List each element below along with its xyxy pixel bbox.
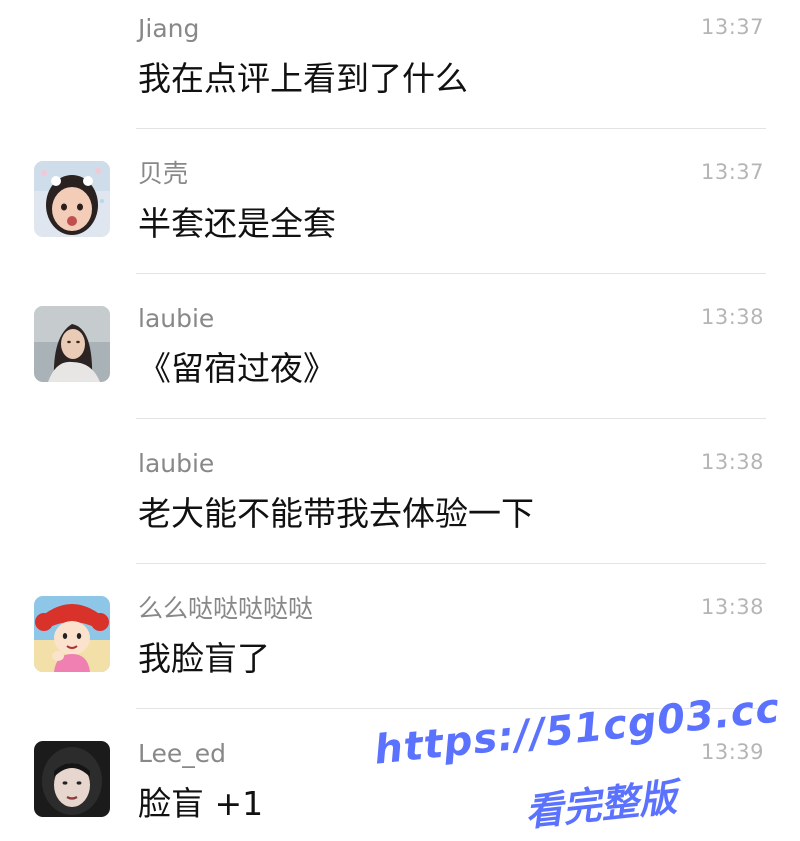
message-time: 13:37	[700, 160, 764, 184]
message-time: 13:38	[700, 595, 764, 619]
child-photo-avatar[interactable]	[34, 161, 110, 237]
chat-message-list[interactable]: Jiang 13:37 我在点评上看到了什么 贝壳 13:37 半套还是全套 l…	[0, 0, 800, 841]
divider	[136, 418, 766, 419]
cartoon-girl-avatar[interactable]	[34, 596, 110, 672]
divider	[136, 128, 766, 129]
sender-name[interactable]: laubie	[138, 302, 214, 336]
chat-message[interactable]: Jiang 13:37 我在点评上看到了什么	[0, 0, 800, 145]
sender-name[interactable]: Jiang	[138, 12, 199, 46]
sender-name[interactable]: 么么哒哒哒哒哒	[138, 592, 313, 626]
message-time: 13:39	[700, 740, 764, 764]
divider	[136, 708, 766, 709]
divider	[136, 273, 766, 274]
woman-photo-avatar[interactable]	[34, 306, 110, 382]
sender-name[interactable]: laubie	[138, 447, 214, 481]
message-text[interactable]: 老大能不能带我去体验一下	[138, 493, 534, 535]
message-text[interactable]: 我在点评上看到了什么	[138, 58, 468, 100]
sender-name[interactable]: 贝壳	[138, 157, 188, 191]
message-text[interactable]: 《留宿过夜》	[138, 348, 336, 390]
message-text[interactable]: 我脸盲了	[138, 638, 270, 680]
message-time: 13:38	[700, 305, 764, 329]
chat-message[interactable]: 贝壳 13:37 半套还是全套	[0, 145, 800, 290]
chat-message[interactable]: Lee_ed 13:39 脸盲 +1	[0, 725, 800, 841]
divider	[136, 563, 766, 564]
helmet-girl-avatar[interactable]	[34, 741, 110, 817]
message-time: 13:37	[700, 15, 764, 39]
message-text[interactable]: 脸盲 +1	[138, 783, 263, 825]
chat-message[interactable]: laubie 13:38 《留宿过夜》	[0, 290, 800, 435]
chat-message[interactable]: 么么哒哒哒哒哒 13:38 我脸盲了	[0, 580, 800, 725]
chat-message[interactable]: laubie 13:38 老大能不能带我去体验一下	[0, 435, 800, 580]
sender-name[interactable]: Lee_ed	[138, 737, 226, 771]
message-time: 13:38	[700, 450, 764, 474]
message-text[interactable]: 半套还是全套	[138, 203, 336, 245]
